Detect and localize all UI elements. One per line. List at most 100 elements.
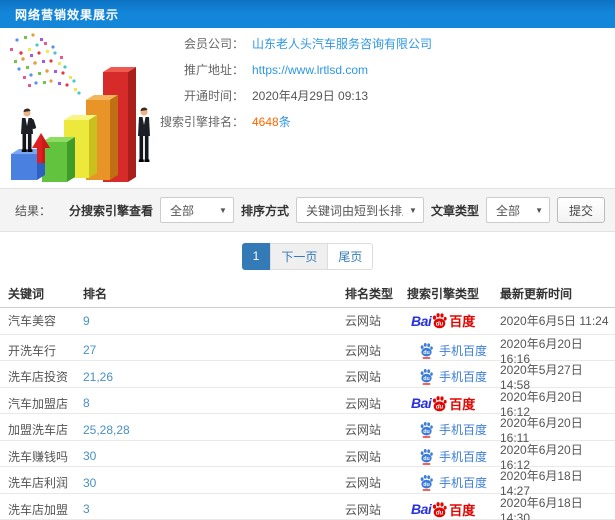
rank-label: 搜索引擎排名： [159, 115, 244, 129]
filter-group: 分搜索引擎查看 全部 ▼ 排序方式 关键词由短到长排序 ▼ 文章类型 全部 ▼ … [69, 197, 605, 223]
baidu-logo: Bai du 百度 [411, 500, 475, 519]
svg-text:du: du [423, 482, 429, 488]
sort-select-value: 关键词由短到长排序 [305, 203, 403, 218]
mobile-baidu-logo: du 手机百度 [419, 342, 487, 359]
url-label: 推广地址： [183, 63, 244, 77]
opened-label: 开通时间： [183, 89, 244, 103]
rank-cell[interactable]: 9 [83, 314, 345, 328]
engine-cell: Bai du 百度 du [407, 474, 500, 491]
svg-text:du: du [423, 455, 429, 461]
submit-button[interactable]: 提交 [556, 197, 605, 223]
engine-cell: Bai du 百度 du [407, 500, 500, 519]
baidu-paw-icon: du [433, 313, 447, 329]
info-section: 会员公司： 山东老人头汽车服务咨询有限公司 推广地址： https://www.… [0, 28, 615, 188]
rank-cell[interactable]: 30 [83, 449, 345, 463]
engine-select-value: 全部 [169, 203, 194, 218]
header-keyword: 关键词 [8, 287, 45, 301]
baidu-logo: Bai du 百度 [411, 394, 475, 413]
rank-cell[interactable]: 30 [83, 476, 345, 490]
engine-cell: Bai du 百度 du [407, 311, 500, 330]
updated-cell: 2020年6月5日 11:24 [500, 314, 609, 329]
last-page-button[interactable]: 尾页 [328, 242, 374, 270]
table-row: 汽车加盟店 8 云网站 Bai du 百度 2020年6月20日 16:12 [0, 388, 615, 419]
company-label: 会员公司： [183, 37, 244, 51]
url-row: 推广地址： https://www.lrtlsd.com [152, 62, 432, 78]
sort-select[interactable]: 关键词由短到长排序 ▼ [295, 197, 424, 223]
table-row: 洗车赚钱吗 30 云网站 Bai du 百度 [0, 441, 615, 472]
rank-value: 4648条 [252, 114, 291, 130]
mobile-baidu-paw-icon: du [420, 448, 433, 465]
updated-cell: 2020年6月18日 14:30 [500, 495, 583, 520]
filter-bar: 结果： 分搜索引擎查看 全部 ▼ 排序方式 关键词由短到长排序 ▼ 文章类型 全… [0, 188, 615, 232]
pagination: 1 下一页 尾页 [0, 232, 615, 280]
table-row: 开洗车行 27 云网站 Bai du 百度 [0, 335, 615, 366]
baidu-logo-bai: Bai [411, 501, 432, 517]
mobile-baidu-logo: du 手机百度 [419, 448, 487, 465]
baidu-logo-bai: Bai [411, 395, 432, 411]
results-table: 关键词 排名 排名类型 搜索引擎类型 最新更新时间 汽车美容 9 云网站 Bai… [0, 280, 615, 520]
keyword-cell: 洗车赚钱吗 [8, 449, 69, 464]
result-label: 结果： [15, 203, 52, 218]
mobile-baidu-paw-icon: du [420, 342, 433, 359]
rank-unit: 条 [278, 115, 291, 129]
rank-cell[interactable]: 25,28,28 [83, 423, 345, 437]
mobile-baidu-paw-icon: du [420, 369, 433, 385]
engine-cell: Bai du 百度 du [407, 448, 500, 465]
rank-type-cell: 云网站 [345, 343, 382, 358]
svg-text:du: du [436, 322, 444, 328]
svg-text:du: du [423, 349, 429, 355]
keyword-cell: 加盟洗车店 [8, 423, 69, 437]
table-row: 加盟洗车店 25,28,28 云网站 Bai du 百度 [0, 414, 615, 445]
chevron-down-icon: ▼ [219, 205, 227, 215]
rank-type-cell: 云网站 [345, 449, 382, 464]
company-link[interactable]: 山东老人头汽车服务咨询有限公司 [252, 36, 432, 52]
keyword-cell: 洗车店加盟 [8, 502, 69, 517]
rank-cell[interactable]: 27 [83, 343, 345, 357]
page-title: 网络营销效果展示 [15, 7, 120, 22]
mobile-baidu-paw-icon: du [420, 475, 433, 491]
chevron-down-icon: ▼ [409, 205, 417, 215]
keyword-cell: 洗车店投资 [8, 370, 69, 384]
rank-cell[interactable]: 3 [83, 502, 345, 516]
table-row: 洗车店投资 21,26 云网站 Bai du 百度 [0, 361, 615, 392]
keyword-cell: 汽车美容 [8, 314, 57, 329]
type-filter-label: 文章类型 [430, 203, 479, 218]
rank-cell[interactable]: 21,26 [83, 370, 345, 384]
rank-count: 4648 [252, 115, 279, 129]
keyword-cell: 开洗车行 [8, 343, 57, 358]
baidu-paw-icon: du [433, 501, 447, 517]
table-body: 汽车美容 9 云网站 Bai du 百度 2020年6月5日 11:24 开洗车… [0, 308, 615, 520]
mobile-baidu-text: 手机百度 [439, 476, 488, 490]
baidu-paw-icon: du [433, 395, 447, 411]
baidu-logo-bai: Bai [411, 312, 432, 329]
table-header-row: 关键词 排名 排名类型 搜索引擎类型 最新更新时间 [0, 280, 615, 308]
mobile-baidu-text: 手机百度 [439, 449, 488, 464]
opened-row: 开通时间： 2020年4月29日 09:13 [152, 88, 432, 104]
svg-text:du: du [423, 376, 429, 382]
engine-cell: Bai du 百度 du [407, 368, 500, 385]
mobile-baidu-logo: du 手机百度 [419, 421, 487, 438]
page-button-current[interactable]: 1 [241, 242, 271, 270]
next-page-button[interactable]: 下一页 [270, 242, 329, 270]
engine-cell: Bai du 百度 du [407, 342, 500, 359]
header-bar: 网络营销效果展示 [0, 0, 615, 28]
table-row: 洗车店加盟 3 云网站 Bai du 百度 2020年6月18日 14:30 [0, 494, 615, 520]
engine-filter-label: 分搜索引擎查看 [68, 203, 153, 218]
promo-url-link[interactable]: https://www.lrtlsd.com [252, 62, 368, 78]
mobile-baidu-text: 手机百度 [439, 423, 488, 437]
mobile-baidu-logo: du 手机百度 [419, 474, 487, 491]
opened-value: 2020年4月29日 09:13 [252, 89, 369, 103]
engine-select[interactable]: 全部 ▼ [159, 197, 234, 223]
svg-text:du: du [436, 404, 444, 410]
article-type-select[interactable]: 全部 ▼ [485, 197, 550, 223]
mobile-baidu-paw-icon: du [420, 422, 433, 438]
rank-type-cell: 云网站 [345, 476, 382, 490]
engine-cell: Bai du 百度 du [407, 394, 500, 413]
header-engine-type: 搜索引擎类型 [407, 287, 480, 301]
rank-type-cell: 云网站 [345, 396, 382, 411]
mobile-baidu-logo: du 手机百度 [419, 368, 487, 385]
keyword-cell: 汽车加盟店 [8, 396, 69, 411]
svg-text:du: du [423, 429, 429, 435]
header-updated: 最新更新时间 [500, 287, 573, 301]
rank-cell[interactable]: 8 [83, 396, 345, 410]
